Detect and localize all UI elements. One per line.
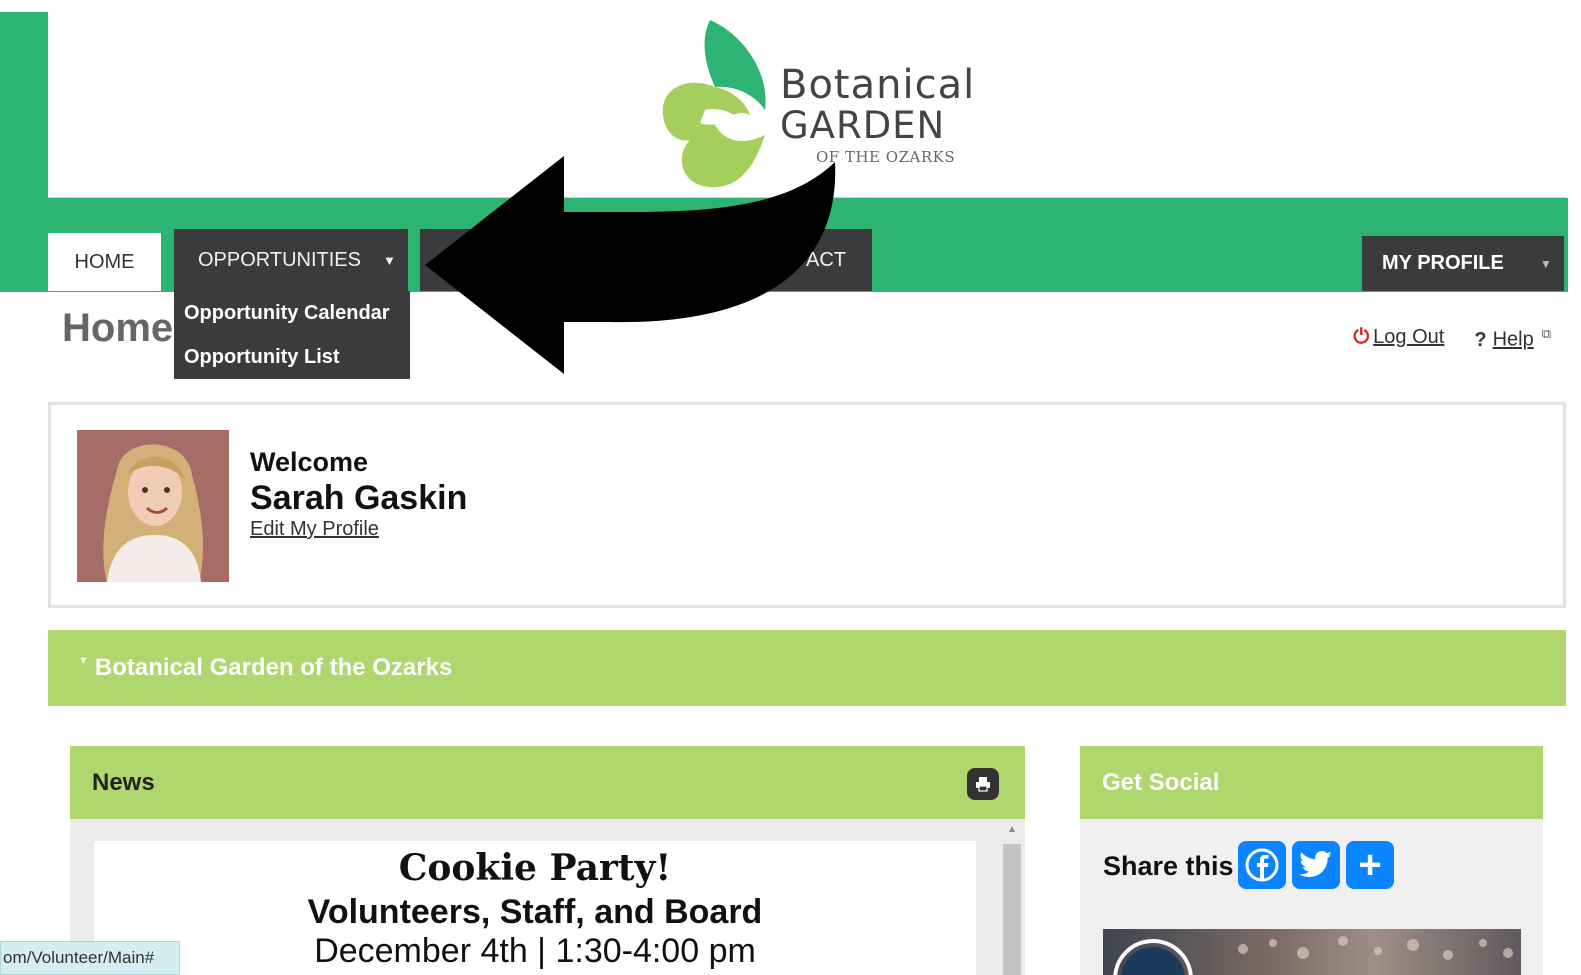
social-photo (1103, 929, 1521, 975)
news-date: December 4th | 1:30-4:00 pm (314, 932, 756, 970)
news-title: Cookie Party! (398, 847, 672, 889)
welcome-label: Welcome (250, 447, 369, 477)
user-name: Sarah Gaskin (250, 479, 468, 517)
tab-opportunities-label: OPPORTUNITIES (198, 248, 361, 271)
avatar (77, 430, 229, 582)
news-panel-header: News (70, 746, 1025, 819)
opportunities-dropdown: Opportunity Calendar Opportunity List (174, 291, 410, 379)
menu-item-opportunity-calendar[interactable]: Opportunity Calendar (174, 299, 410, 343)
share-label: Share this (1103, 851, 1234, 881)
power-icon: ⏻ (1353, 326, 1370, 348)
news-header-label: News (92, 768, 155, 796)
my-profile-button[interactable]: MY PROFILE ▼ (1362, 236, 1564, 291)
news-body: Cookie Party! Volunteers, Staff, and Boa… (70, 819, 1025, 975)
tab-opportunities[interactable]: OPPORTUNITIES ▼ (174, 229, 408, 291)
help-group: ? Help ⧉ (1474, 326, 1551, 352)
logout-link[interactable]: Log Out (1373, 326, 1444, 348)
scroll-up-icon[interactable]: ▲ (1007, 824, 1017, 835)
social-panel-header: Get Social (1080, 746, 1543, 819)
plus-icon[interactable]: + (1346, 841, 1394, 889)
twitter-icon[interactable] (1292, 841, 1340, 889)
logo-text-botanical: Botanical (780, 62, 976, 108)
social-header-label: Get Social (1102, 768, 1220, 796)
tab-home-label: HOME (74, 250, 135, 273)
my-profile-label: MY PROFILE (1382, 252, 1504, 274)
caret-down-icon: ▼ (383, 252, 396, 268)
print-icon[interactable] (967, 768, 999, 800)
help-link[interactable]: Help (1493, 329, 1534, 351)
org-section-toggle[interactable]: ▼ Botanical Garden of the Ozarks (48, 630, 1566, 706)
logo-text-garden: GARDEN (780, 104, 946, 147)
social-body: Share this + (1080, 819, 1543, 975)
help-icon: ? (1474, 328, 1487, 351)
external-link-icon: ⧉ (1541, 326, 1551, 341)
news-scrollbar[interactable]: ▲ (1003, 824, 1021, 975)
status-bar-url: om/Volunteer/Main# (0, 941, 180, 975)
logout-group: ⏻ Log Out (1353, 326, 1444, 352)
caret-down-icon: ▼ (78, 655, 89, 667)
welcome-panel: Welcome Sarah Gaskin Edit My Profile (48, 402, 1566, 608)
edit-profile-link[interactable]: Edit My Profile (250, 518, 379, 541)
scroll-thumb[interactable] (1003, 844, 1021, 975)
top-links: ⏻ Log Out ? Help ⧉ (1353, 326, 1551, 352)
tab-contact-label: ACT (806, 248, 846, 271)
logo-leaf-icon (662, 20, 766, 188)
caret-down-icon: ▼ (1539, 256, 1552, 271)
org-section-title: Botanical Garden of the Ozarks (94, 654, 453, 681)
page-title: Home (62, 306, 174, 350)
logo-text-ozarks: OF THE OZARKS (816, 148, 956, 166)
menu-item-opportunity-list[interactable]: Opportunity List (174, 343, 410, 387)
news-content: Cookie Party! Volunteers, Staff, and Boa… (94, 841, 976, 975)
tab-contact[interactable]: ACT (420, 229, 872, 291)
tab-home[interactable]: HOME (48, 229, 161, 291)
facebook-icon[interactable] (1238, 841, 1286, 889)
news-subtitle: Volunteers, Staff, and Board (307, 893, 763, 931)
